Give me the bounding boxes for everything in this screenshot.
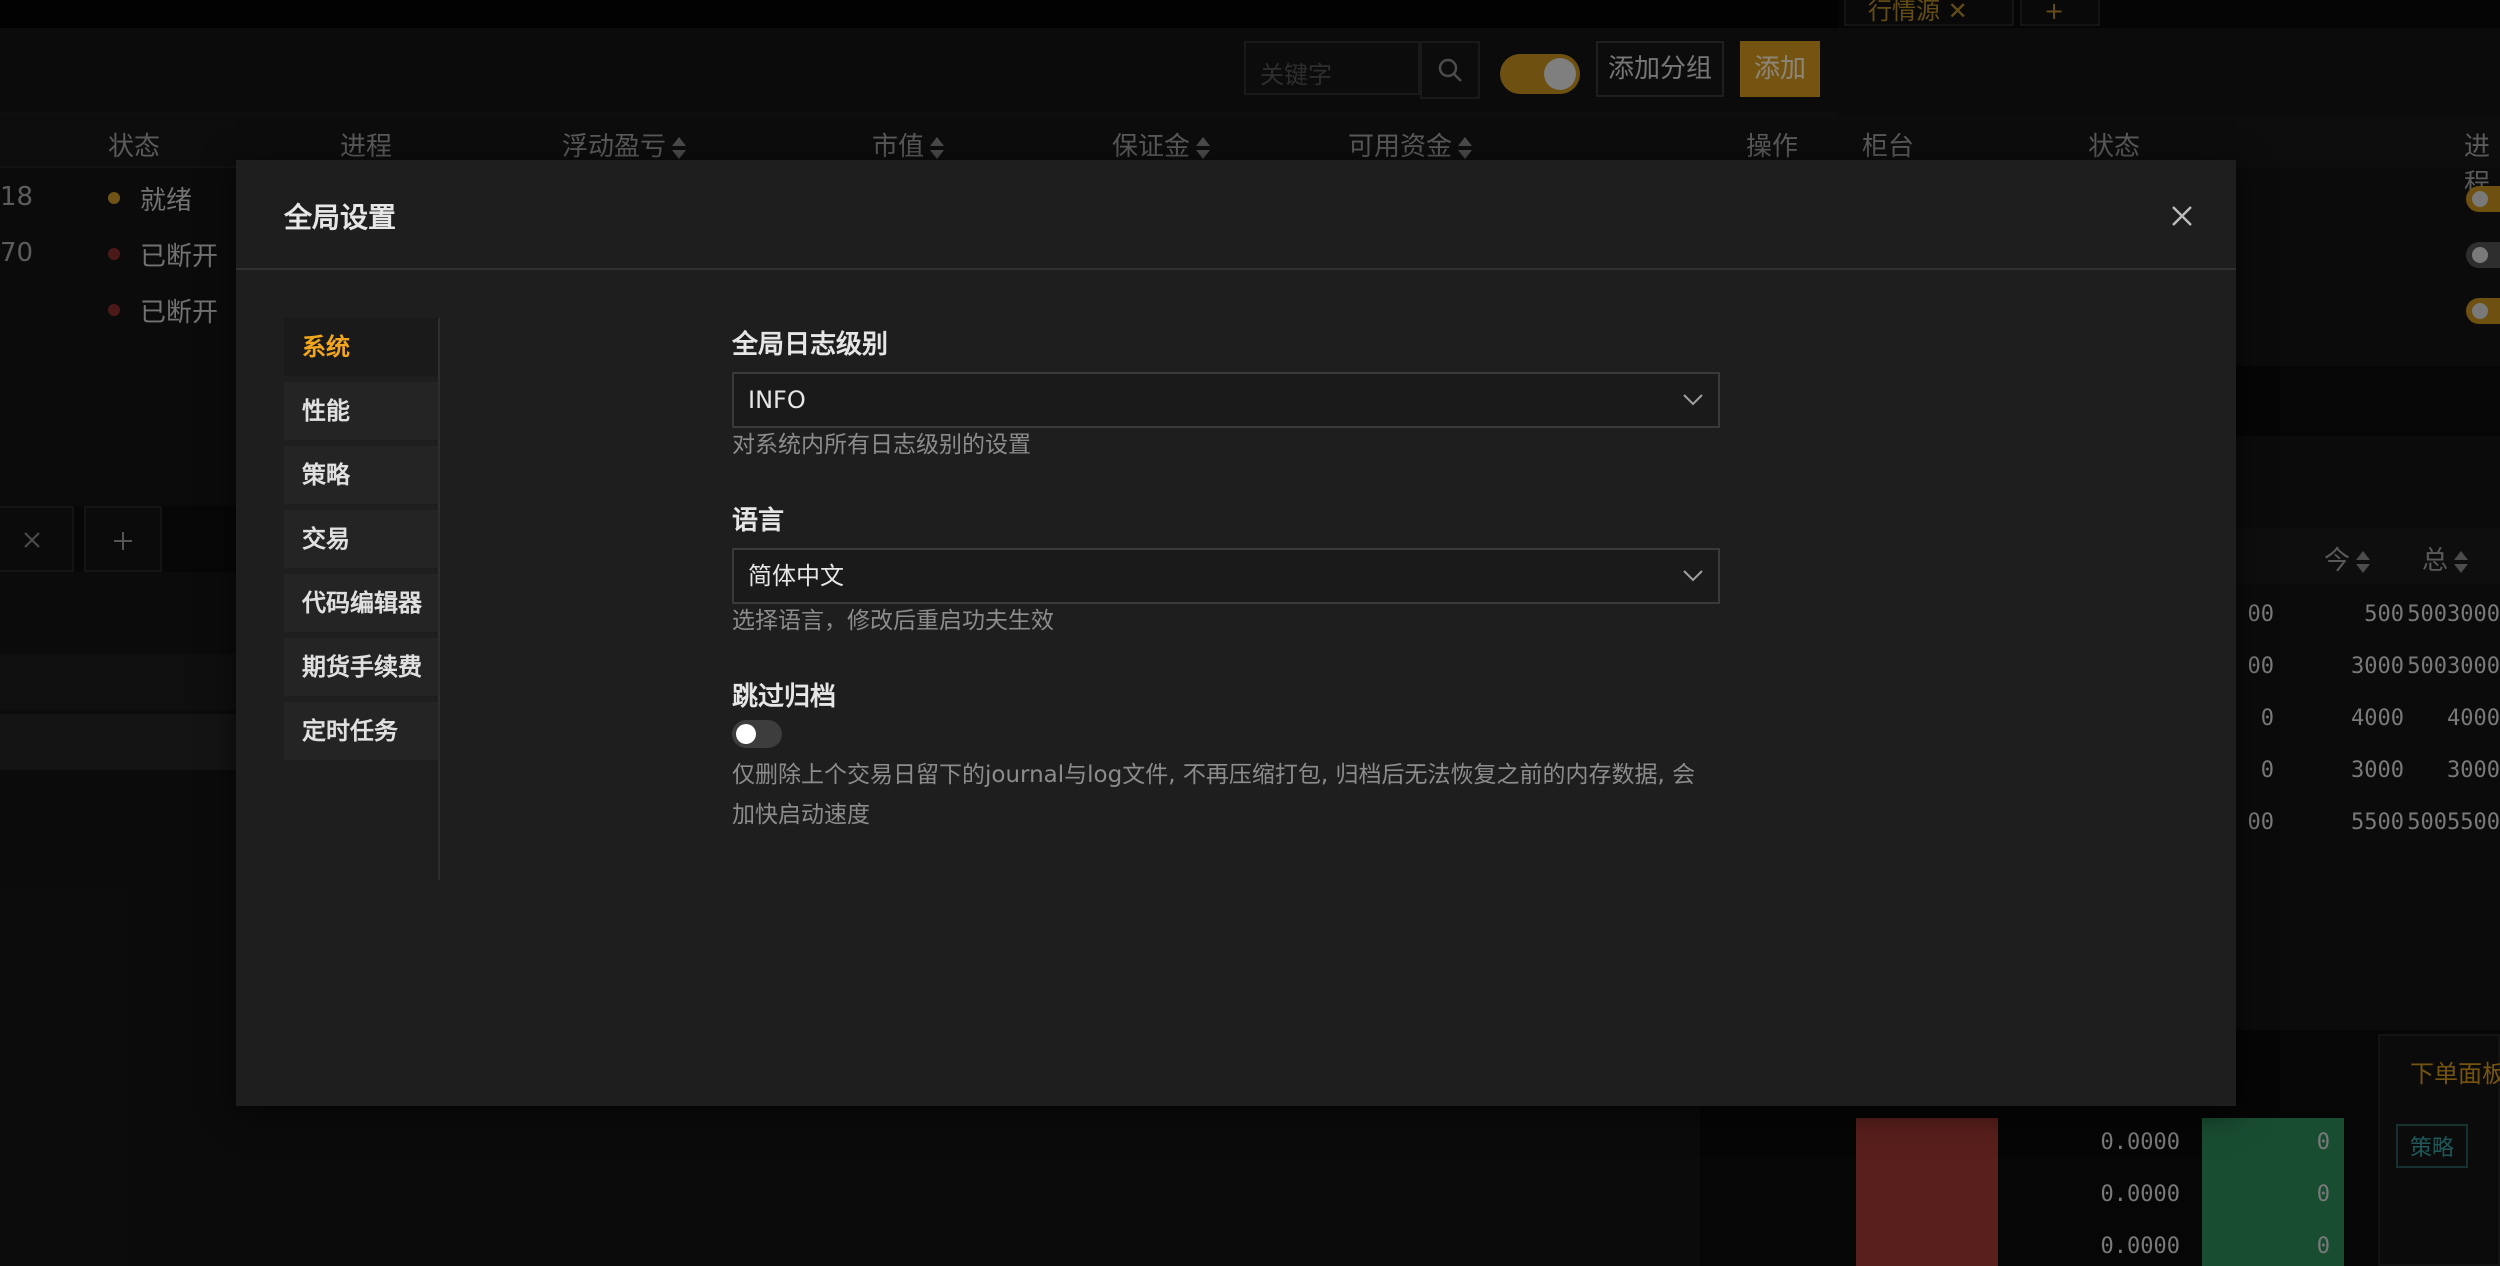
nav-item-performance[interactable]: 性能 <box>284 382 438 440</box>
language-label: 语言 <box>732 506 785 536</box>
skip-archive-switch[interactable] <box>732 720 782 748</box>
close-icon <box>2172 206 2192 226</box>
skip-archive-help-line1: 仅删除上个交易日留下的journal与log文件, 不再压缩打包, 归档后无法恢… <box>732 762 1696 788</box>
settings-nav: 系统 性能 策略 交易 代码编辑器 期货手续费 定时任务 <box>284 318 440 880</box>
chevron-down-icon <box>1683 570 1703 582</box>
chevron-down-icon <box>1683 394 1703 406</box>
nav-item-trade[interactable]: 交易 <box>284 510 438 568</box>
skip-archive-help-line2: 加快启动速度 <box>732 802 870 828</box>
nav-item-strategy[interactable]: 策略 <box>284 446 438 504</box>
skip-archive-label: 跳过归档 <box>732 682 837 712</box>
nav-item-system[interactable]: 系统 <box>284 318 438 376</box>
close-button[interactable] <box>2166 200 2198 232</box>
modal-title: 全局设置 <box>284 201 397 234</box>
global-settings-modal: 全局设置 系统 性能 策略 交易 代码编辑器 期货手续费 定时任务 全局日志级别… <box>236 160 2236 1106</box>
language-help: 选择语言，修改后重启功夫生效 <box>732 608 1054 634</box>
nav-item-scheduled-tasks[interactable]: 定时任务 <box>284 702 438 760</box>
nav-item-code-editor[interactable]: 代码编辑器 <box>284 574 438 632</box>
log-level-label: 全局日志级别 <box>732 330 889 360</box>
language-select[interactable]: 简体中文 <box>732 548 1720 604</box>
nav-item-futures-fee[interactable]: 期货手续费 <box>284 638 438 696</box>
log-level-help: 对系统内所有日志级别的设置 <box>732 432 1031 458</box>
log-level-select[interactable]: INFO <box>732 372 1720 428</box>
modal-header: 全局设置 <box>236 160 2236 270</box>
